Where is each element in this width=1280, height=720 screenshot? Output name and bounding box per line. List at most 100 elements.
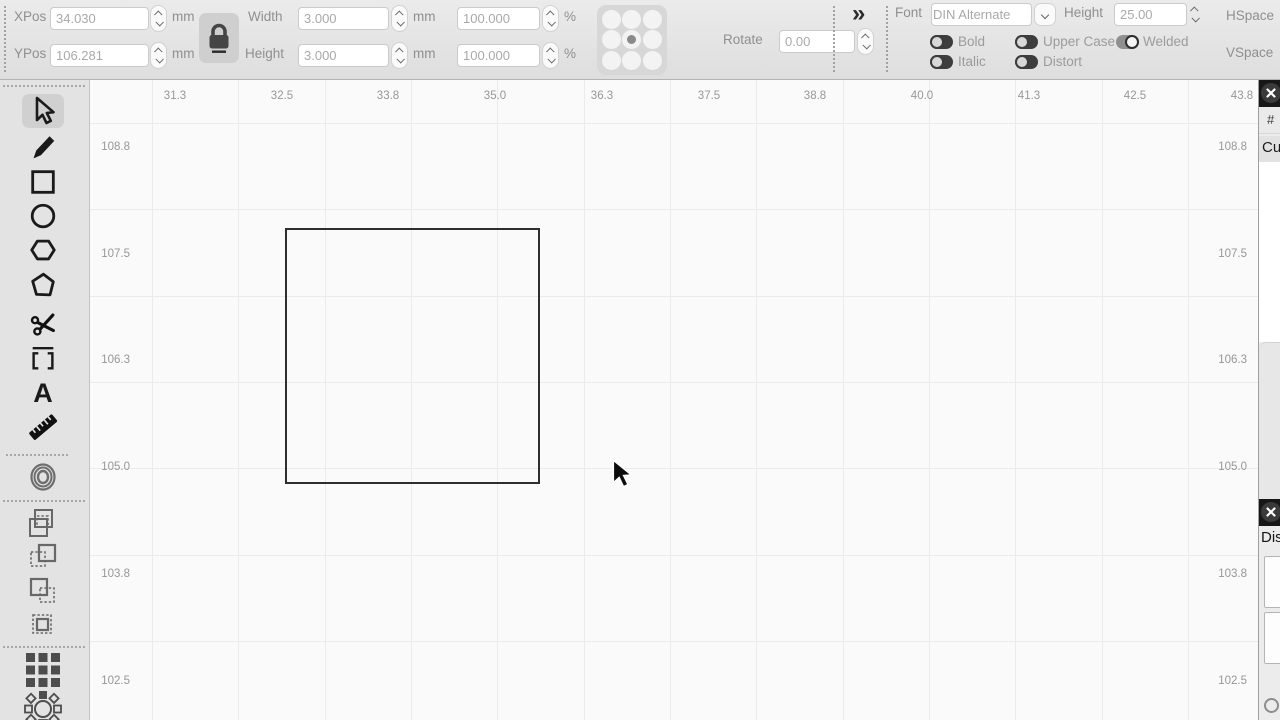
circular-array-icon	[24, 690, 62, 720]
ypos-input[interactable]: 106.281	[50, 44, 149, 67]
toolbar-drag-handle[interactable]	[4, 6, 6, 72]
grid-line	[929, 80, 930, 720]
anchor-dot[interactable]	[622, 51, 641, 70]
scale-y-input[interactable]: 100.000	[457, 44, 540, 67]
cut-shapes-tool[interactable]	[22, 306, 64, 340]
pentagon-icon	[28, 270, 58, 300]
font-dropdown-button[interactable]	[1034, 3, 1056, 26]
anchor-point-selector[interactable]	[597, 5, 667, 75]
upper-case-toggle[interactable]	[1015, 35, 1038, 49]
cursor-arrow-icon	[29, 96, 57, 126]
anchor-dot[interactable]	[643, 10, 662, 29]
boolean-intersect-icon	[27, 575, 59, 607]
drawn-rectangle-shape[interactable]	[285, 228, 540, 484]
anchor-dot[interactable]	[622, 10, 641, 29]
toggle-knob	[1015, 35, 1029, 49]
distort-toggle[interactable]	[1015, 55, 1038, 69]
measure-tool[interactable]	[22, 410, 64, 444]
xpos-input[interactable]: 34.030	[50, 7, 149, 30]
height-stepper[interactable]	[391, 42, 408, 69]
ruler-label: 37.5	[698, 90, 720, 102]
display-panel-button[interactable]	[1264, 556, 1280, 608]
anchor-dot[interactable]	[602, 30, 621, 49]
font-select[interactable]: DIN Alternate	[931, 3, 1032, 26]
panel-body-collapsed	[1259, 342, 1280, 499]
display-panel-button[interactable]	[1264, 612, 1280, 664]
welded-toggle[interactable]	[1116, 35, 1139, 49]
toolbar-separator	[833, 6, 835, 72]
grid-line	[238, 80, 239, 720]
cuts-panel-close-button[interactable]	[1261, 83, 1280, 103]
rotate-stepper[interactable]	[857, 28, 874, 55]
close-icon	[1266, 507, 1276, 517]
toggle-knob	[1015, 55, 1029, 69]
lock-aspect-button[interactable]	[199, 13, 239, 63]
width-unit: mm	[413, 9, 436, 24]
rectangle-tool[interactable]	[22, 165, 64, 199]
ypos-stepper[interactable]	[150, 42, 167, 69]
xpos-label: XPos	[14, 9, 46, 24]
anchor-dot-selected[interactable]	[622, 30, 641, 49]
italic-toggle[interactable]	[930, 55, 953, 69]
ellipse-tool[interactable]	[22, 199, 64, 233]
height-input[interactable]: 3.000	[298, 44, 389, 67]
text-tool[interactable]: A	[22, 376, 64, 410]
circular-array-tool[interactable]	[22, 692, 64, 720]
pencil-icon	[28, 132, 58, 162]
font-height-input[interactable]: 25.00	[1114, 3, 1187, 26]
vspace-label: VSpace	[1226, 45, 1273, 60]
bold-toggle[interactable]	[930, 35, 953, 49]
draw-lines-tool[interactable]	[22, 130, 64, 164]
circle-icon	[28, 201, 58, 231]
boolean-subtract-icon	[27, 541, 59, 573]
grid-array-tool[interactable]	[22, 651, 64, 693]
font-height-stepper[interactable]	[1186, 1, 1203, 28]
anchor-dot[interactable]	[643, 30, 662, 49]
toolbar-expand-button[interactable]: »	[852, 0, 863, 28]
ruler-label: 107.5	[1207, 248, 1247, 260]
display-panel-control[interactable]	[1264, 698, 1279, 713]
frame-selection-tool[interactable]	[22, 341, 64, 375]
ruler-label: 43.8	[1231, 90, 1253, 102]
scale-y-stepper[interactable]	[542, 42, 559, 69]
toggle-knob	[930, 35, 944, 49]
boolean-union-tool[interactable]	[22, 506, 64, 540]
offset-shapes-tool[interactable]	[22, 460, 64, 494]
boolean-difference-tool[interactable]	[22, 608, 64, 642]
font-height-label: Height	[1064, 5, 1103, 20]
select-tool[interactable]	[22, 94, 64, 128]
cuts-layer-row[interactable]: Cu	[1259, 136, 1280, 162]
ruler-label: 108.8	[1207, 141, 1247, 153]
grid-line	[584, 80, 585, 720]
ruler-label: 108.8	[90, 141, 130, 153]
scale-y-unit: %	[564, 46, 576, 61]
rotate-input[interactable]: 0.00	[779, 30, 855, 53]
grid-line	[90, 468, 1258, 469]
width-input[interactable]: 3.000	[298, 7, 389, 30]
display-panel-close-button[interactable]	[1261, 502, 1280, 522]
ruler-label: 31.3	[164, 90, 186, 102]
xpos-stepper[interactable]	[150, 5, 167, 32]
scale-x-input[interactable]: 100.000	[457, 7, 540, 30]
grid-line	[843, 80, 844, 720]
boolean-intersect-tool[interactable]	[22, 574, 64, 608]
upper-case-label: Upper Case	[1043, 34, 1115, 49]
anchor-dot[interactable]	[602, 10, 621, 29]
workspace-canvas[interactable]: 31.332.533.835.036.337.538.840.041.342.5…	[90, 80, 1258, 720]
grid-line	[756, 80, 757, 720]
hexagon-icon	[28, 235, 58, 265]
width-stepper[interactable]	[391, 5, 408, 32]
polygon-tool[interactable]	[22, 268, 64, 302]
scissors-icon	[28, 308, 58, 338]
anchor-dot[interactable]	[602, 51, 621, 70]
ruler-label: 102.5	[1207, 675, 1247, 687]
boolean-subtract-tool[interactable]	[22, 540, 64, 574]
cursor-pointer-icon	[611, 459, 633, 489]
cuts-layer-list[interactable]	[1259, 162, 1280, 342]
hexagon-tool[interactable]	[22, 233, 64, 267]
sidebar-drag-handle[interactable]	[3, 85, 85, 87]
anchor-dot[interactable]	[643, 51, 662, 70]
scale-x-stepper[interactable]	[542, 5, 559, 32]
grid-line	[1015, 80, 1016, 720]
ruler-label: 106.3	[90, 354, 130, 366]
